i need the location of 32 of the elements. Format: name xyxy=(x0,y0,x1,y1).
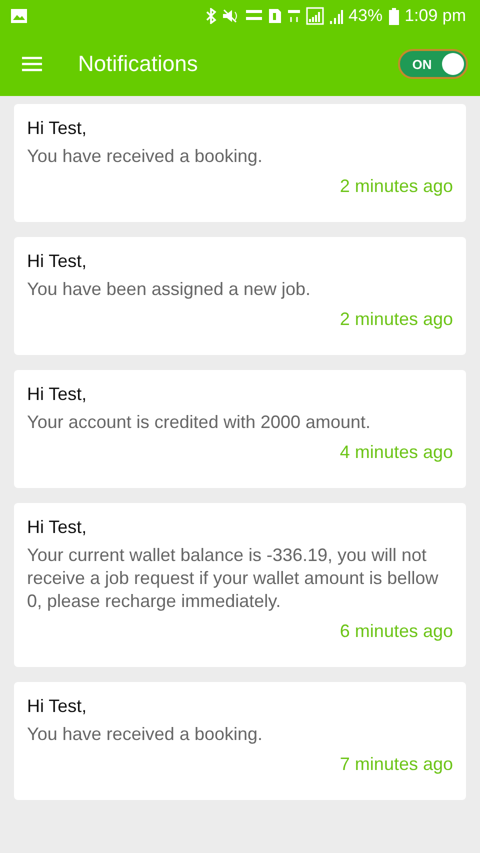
greeting: Hi Test, xyxy=(27,383,88,406)
timestamp: 6 minutes ago xyxy=(340,620,453,643)
notification-card[interactable]: Hi Test, Your account is credited with 2000 amount. 4 minutes ago xyxy=(14,370,466,488)
message: You have been assigned a new job. xyxy=(27,278,312,301)
battery-percentage: 43% xyxy=(348,6,383,26)
mute-icon xyxy=(222,8,240,24)
signal-icon xyxy=(306,7,324,25)
timestamp: 7 minutes ago xyxy=(340,753,453,776)
timestamp: 2 minutes ago xyxy=(340,175,453,198)
greeting: Hi Test, xyxy=(27,516,88,539)
timestamp: 2 minutes ago xyxy=(340,308,453,331)
notification-card[interactable]: Hi Test, You have received a booking. 2 minutes ago xyxy=(14,104,466,222)
greeting: Hi Test, xyxy=(27,250,88,273)
message: You have received a booking. xyxy=(27,145,264,168)
notifications-toggle[interactable]: ON xyxy=(398,49,468,79)
signal-icon xyxy=(328,7,343,25)
timestamp: 4 minutes ago xyxy=(340,441,453,464)
message: You have received a booking. xyxy=(27,723,264,746)
screen-title: Notifications xyxy=(78,51,198,77)
sim-card-icon xyxy=(268,8,282,24)
notification-card[interactable]: Hi Test, You have been assigned a new job. 2 minutes ago xyxy=(14,237,466,355)
message: Your current wallet balance is -336.19, you will not receive a job request if your wallet amount is bellow 0, please recharge immediately. xyxy=(27,544,440,613)
message: Your account is credited with 2000 amount. xyxy=(27,411,372,434)
bluetooth-icon xyxy=(204,8,217,24)
image-icon xyxy=(10,8,28,24)
menu-icon[interactable] xyxy=(22,56,42,72)
clock: 1:09 pm xyxy=(404,6,466,26)
battery-icon xyxy=(388,8,399,24)
greeting: Hi Test, xyxy=(27,695,88,718)
greeting: Hi Test, xyxy=(27,117,88,140)
notification-card[interactable]: Hi Test, You have received a booking. 7 minutes ago xyxy=(14,682,466,800)
notification-card[interactable]: Hi Test, Your current wallet balance is -336.19, you will not receive a job request if your wallet amount is bellow 0, please recharge immediately. 6 minutes ago xyxy=(14,503,466,667)
